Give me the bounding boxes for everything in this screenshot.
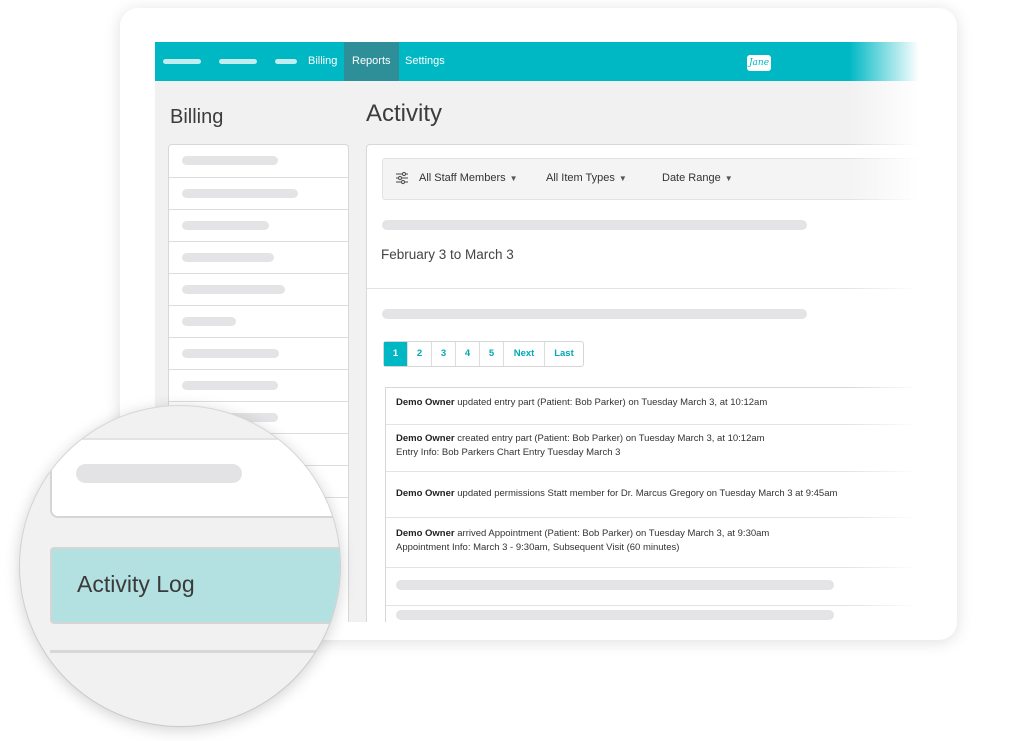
date-range-text: February 3 to March 3 bbox=[381, 247, 514, 262]
activity-log-menu-item[interactable]: Activity Log bbox=[50, 547, 340, 624]
page-3-button[interactable]: 3 bbox=[432, 342, 456, 366]
top-nav-bar: Billing Reports Settings Jane bbox=[155, 42, 919, 81]
activity-text: updated permissions Statt member for Dr.… bbox=[457, 488, 838, 499]
sidebar-item[interactable] bbox=[169, 145, 348, 178]
staff-filter-label: All Staff Members bbox=[419, 172, 506, 184]
sidebar-item[interactable] bbox=[169, 305, 348, 338]
sidebar-item[interactable] bbox=[169, 209, 348, 242]
date-range-filter-dropdown[interactable]: Date Range ▼ bbox=[662, 172, 733, 184]
placeholder-bar bbox=[396, 580, 834, 590]
item-type-filter-dropdown[interactable]: All Item Types ▼ bbox=[546, 172, 627, 184]
activity-text: created entry part (Patient: Bob Parker)… bbox=[457, 433, 765, 444]
activity-item bbox=[386, 605, 919, 622]
placeholder-bar bbox=[382, 220, 807, 230]
sidebar-item[interactable] bbox=[169, 337, 348, 370]
activity-actor: Demo Owner bbox=[396, 397, 455, 408]
sidebar-item[interactable] bbox=[169, 273, 348, 306]
next-page-button[interactable]: Next bbox=[504, 342, 545, 366]
last-page-button[interactable]: Last bbox=[545, 342, 583, 366]
placeholder-bar bbox=[76, 464, 242, 483]
activity-item: Demo Owner updated entry part (Patient: … bbox=[386, 388, 919, 425]
activity-detail: Entry Info: Bob Parkers Chart Entry Tues… bbox=[396, 447, 621, 458]
sidebar-item[interactable] bbox=[169, 241, 348, 274]
sliders-icon[interactable] bbox=[395, 171, 409, 185]
sidebar-item[interactable] bbox=[169, 369, 348, 402]
activity-text: updated entry part (Patient: Bob Parker)… bbox=[457, 397, 768, 408]
pagination: 1 2 3 4 5 Next Last bbox=[383, 341, 584, 367]
activity-item: Demo Owner created entry part (Patient: … bbox=[386, 424, 919, 472]
activity-item: Demo Owner updated permissions Statt mem… bbox=[386, 471, 919, 518]
item-type-filter-label: All Item Types bbox=[546, 172, 615, 184]
nav-placeholder-2[interactable] bbox=[219, 59, 257, 64]
nav-settings-link[interactable]: Settings bbox=[397, 42, 453, 81]
page-5-button[interactable]: 5 bbox=[480, 342, 504, 366]
activity-panel: All Staff Members ▼ All Item Types ▼ Date … bbox=[366, 144, 919, 622]
placeholder-bar bbox=[382, 309, 807, 319]
caret-down-icon: ▼ bbox=[724, 174, 733, 183]
placeholder-bar bbox=[396, 610, 834, 620]
activity-detail: Appointment Info: March 3 - 9:30am, Subs… bbox=[396, 542, 680, 553]
staff-filter-dropdown[interactable]: All Staff Members ▼ bbox=[419, 172, 518, 184]
activity-log-label: Activity Log bbox=[77, 571, 195, 597]
activity-actor: Demo Owner bbox=[396, 433, 455, 444]
zoom-magnifier: Activity Log bbox=[20, 406, 340, 726]
date-range-filter-label: Date Range bbox=[662, 172, 721, 184]
activity-item: Demo Owner arrived Appointment (Patient:… bbox=[386, 517, 919, 568]
activity-list: Demo Owner updated entry part (Patient: … bbox=[385, 387, 919, 622]
nav-reports-link[interactable]: Reports bbox=[344, 42, 399, 81]
activity-actor: Demo Owner bbox=[396, 488, 455, 499]
caret-down-icon: ▼ bbox=[618, 174, 627, 183]
caret-down-icon: ▼ bbox=[509, 174, 518, 183]
divider bbox=[367, 288, 919, 289]
nav-billing-link[interactable]: Billing bbox=[300, 42, 345, 81]
activity-text: arrived Appointment (Patient: Bob Parker… bbox=[457, 528, 770, 539]
jane-logo-icon[interactable]: Jane bbox=[747, 55, 771, 71]
filter-bar: All Staff Members ▼ All Item Types ▼ Date … bbox=[382, 158, 919, 200]
sidebar-title: Billing bbox=[170, 106, 224, 128]
divider bbox=[50, 650, 340, 653]
page-2-button[interactable]: 2 bbox=[408, 342, 432, 366]
page-4-button[interactable]: 4 bbox=[456, 342, 480, 366]
nav-placeholder-3[interactable] bbox=[275, 59, 297, 64]
activity-item bbox=[386, 567, 919, 606]
activity-actor: Demo Owner bbox=[396, 528, 455, 539]
page-title: Activity bbox=[366, 100, 443, 127]
page-1-button[interactable]: 1 bbox=[384, 342, 408, 366]
sidebar-item[interactable] bbox=[169, 177, 348, 210]
nav-placeholder-1[interactable] bbox=[163, 59, 201, 64]
